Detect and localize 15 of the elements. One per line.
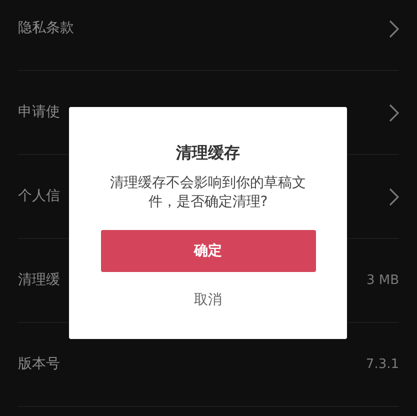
cancel-button[interactable]: 取消 <box>186 286 230 315</box>
dialog-message: 清理缓存不会影响到你的草稿文件，是否确定清理? <box>110 174 306 212</box>
chevron-right-icon <box>389 188 399 206</box>
settings-row[interactable]: 隐私条款 <box>18 0 399 71</box>
chevron-right-icon <box>389 20 399 38</box>
settings-label: 隐私条款 <box>18 19 74 38</box>
settings-label: 个人信 <box>18 187 60 206</box>
settings-value: 7.3.1 <box>366 356 399 374</box>
settings-label: 版本号 <box>18 355 60 374</box>
settings-label: 清理缓 <box>18 271 60 290</box>
settings-value: 3 MB <box>366 272 399 290</box>
chevron-right-icon <box>389 104 399 122</box>
confirm-button[interactable]: 确定 <box>100 230 316 272</box>
dialog-title: 清理缓存 <box>176 142 240 164</box>
settings-label: 申请使 <box>18 103 60 122</box>
